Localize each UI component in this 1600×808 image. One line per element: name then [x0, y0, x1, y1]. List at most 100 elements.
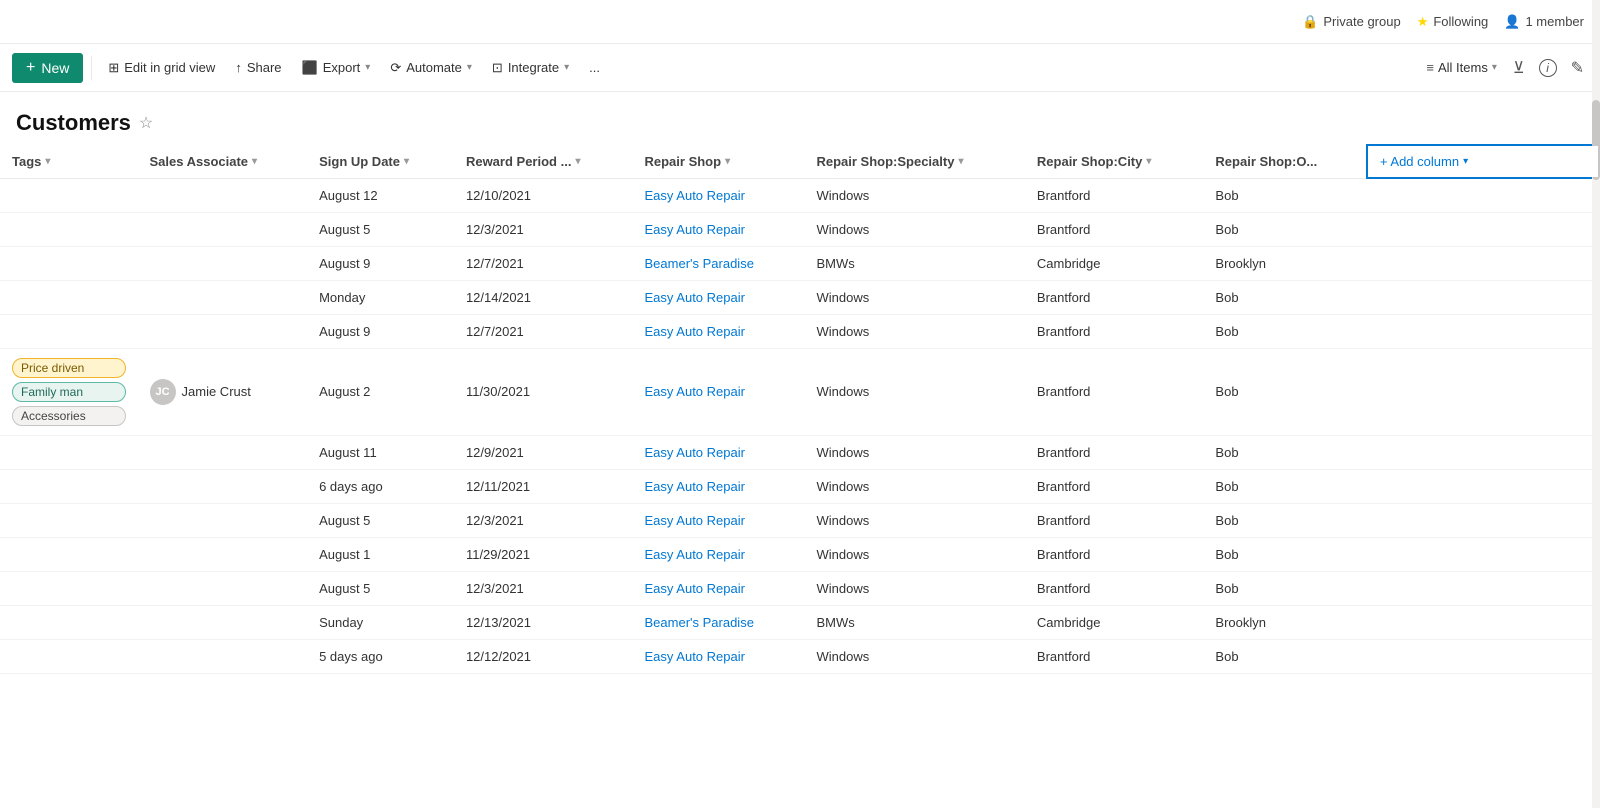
col-tags[interactable]: Tags ▾: [0, 145, 138, 178]
cell-repair-shop[interactable]: Easy Auto Repair: [633, 571, 805, 605]
cell-reward-period: 12/3/2021: [454, 212, 633, 246]
cell-repair-shop[interactable]: Easy Auto Repair: [633, 212, 805, 246]
chevron-down-icon3: ▾: [564, 62, 569, 73]
repair-shop-link[interactable]: Easy Auto Repair: [645, 513, 745, 528]
chevron-city-icon: ▾: [1146, 156, 1151, 167]
following-item[interactable]: ★ Following: [1417, 14, 1489, 30]
cell-sign-up-date: August 5: [307, 503, 454, 537]
top-bar: 🔒 Private group ★ Following 👤 1 member: [0, 0, 1600, 44]
repair-shop-link[interactable]: Easy Auto Repair: [645, 324, 745, 339]
share-button[interactable]: ↑ Share: [227, 55, 289, 80]
cell-repair-o: Brooklyn: [1203, 605, 1367, 639]
cell-sales-associate: [138, 639, 308, 673]
cell-repair-shop[interactable]: Beamer's Paradise: [633, 605, 805, 639]
cell-repair-shop[interactable]: Easy Auto Repair: [633, 435, 805, 469]
repair-shop-link[interactable]: Easy Auto Repair: [645, 547, 745, 562]
col-repair-city[interactable]: Repair Shop:City ▾: [1025, 145, 1204, 178]
cell-repair-shop[interactable]: Easy Auto Repair: [633, 503, 805, 537]
cell-tags: [0, 280, 138, 314]
cell-repair-city: Brantford: [1025, 280, 1204, 314]
table-container[interactable]: Tags ▾ Sales Associate ▾ Sign Up Date ▾: [0, 144, 1600, 674]
export-button[interactable]: ⬛ Export ▾: [294, 55, 379, 81]
repair-shop-link[interactable]: Easy Auto Repair: [645, 290, 745, 305]
list-icon: ≡: [1426, 60, 1434, 75]
automate-button[interactable]: ⟳ Automate ▾: [382, 55, 480, 81]
col-repair-o[interactable]: Repair Shop:O...: [1203, 145, 1367, 178]
repair-shop-link[interactable]: Beamer's Paradise: [645, 615, 754, 630]
cell-sales-associate: [138, 435, 308, 469]
table-row: August 912/7/2021Easy Auto RepairWindows…: [0, 314, 1599, 348]
cell-repair-city: Brantford: [1025, 314, 1204, 348]
all-items-label: All Items: [1438, 60, 1488, 75]
cell-sign-up-date: August 5: [307, 212, 454, 246]
repair-shop-link[interactable]: Beamer's Paradise: [645, 256, 754, 271]
repair-shop-link[interactable]: Easy Auto Repair: [645, 188, 745, 203]
col-sign-up-date[interactable]: Sign Up Date ▾: [307, 145, 454, 178]
cell-add-column: [1367, 605, 1599, 639]
col-repair-shop[interactable]: Repair Shop ▾: [633, 145, 805, 178]
cell-sign-up-date: 6 days ago: [307, 469, 454, 503]
repair-shop-link[interactable]: Easy Auto Repair: [645, 581, 745, 596]
cell-repair-specialty: Windows: [804, 503, 1024, 537]
cell-sign-up-date: August 5: [307, 571, 454, 605]
repair-shop-link[interactable]: Easy Auto Repair: [645, 384, 745, 399]
pencil-icon: ✎: [1571, 60, 1584, 77]
col-reward-period[interactable]: Reward Period ... ▾: [454, 145, 633, 178]
cell-repair-specialty: Windows: [804, 348, 1024, 435]
cell-repair-shop[interactable]: Easy Auto Repair: [633, 537, 805, 571]
more-button[interactable]: ...: [581, 55, 608, 80]
excel-icon: ⬛: [302, 60, 318, 76]
repair-shop-link[interactable]: Easy Auto Repair: [645, 649, 745, 664]
cell-repair-shop[interactable]: Easy Auto Repair: [633, 639, 805, 673]
cell-sign-up-date: August 12: [307, 178, 454, 212]
repair-shop-link[interactable]: Easy Auto Repair: [645, 445, 745, 460]
following-label: Following: [1433, 14, 1488, 29]
cell-repair-specialty: Windows: [804, 435, 1024, 469]
cell-repair-shop[interactable]: Easy Auto Repair: [633, 469, 805, 503]
filter-button[interactable]: ⊻: [1509, 54, 1529, 82]
cell-sign-up-date: August 2: [307, 348, 454, 435]
right-scrollbar[interactable]: [1592, 0, 1600, 808]
cell-repair-shop[interactable]: Beamer's Paradise: [633, 246, 805, 280]
add-column-button[interactable]: + Add column ▾: [1380, 154, 1468, 169]
chevron-down-icon2: ▾: [467, 62, 472, 73]
cell-repair-shop[interactable]: Easy Auto Repair: [633, 314, 805, 348]
cell-repair-o: Bob: [1203, 212, 1367, 246]
cell-sales-associate: [138, 178, 308, 212]
col-add-column[interactable]: + Add column ▾: [1367, 145, 1599, 178]
cell-repair-shop[interactable]: Easy Auto Repair: [633, 178, 805, 212]
info-button[interactable]: i: [1535, 55, 1561, 81]
favorite-star-icon[interactable]: ☆: [139, 113, 153, 133]
cell-repair-city: Brantford: [1025, 469, 1204, 503]
edit-button[interactable]: ✎: [1567, 54, 1588, 82]
cell-tags: [0, 469, 138, 503]
integrate-button[interactable]: ⊡ Integrate ▾: [484, 55, 577, 81]
col-sales-label: Sales Associate: [150, 154, 249, 169]
table-row: August 912/7/2021Beamer's ParadiseBMWsCa…: [0, 246, 1599, 280]
cell-tags: [0, 605, 138, 639]
repair-shop-link[interactable]: Easy Auto Repair: [645, 222, 745, 237]
new-label: New: [41, 60, 69, 76]
cell-reward-period: 12/10/2021: [454, 178, 633, 212]
cell-tags: [0, 314, 138, 348]
cell-tags: [0, 639, 138, 673]
info-icon: i: [1539, 59, 1557, 77]
new-button[interactable]: + New: [12, 53, 83, 83]
cell-repair-shop[interactable]: Easy Auto Repair: [633, 348, 805, 435]
all-items-button[interactable]: ≡ All Items ▾: [1420, 56, 1502, 79]
col-sales-associate[interactable]: Sales Associate ▾: [138, 145, 308, 178]
cell-repair-specialty: Windows: [804, 571, 1024, 605]
cell-tags: [0, 178, 138, 212]
cell-tags: [0, 503, 138, 537]
table-row: August 512/3/2021Easy Auto RepairWindows…: [0, 571, 1599, 605]
edit-grid-button[interactable]: ⊞ Edit in grid view: [100, 55, 223, 81]
cell-repair-shop[interactable]: Easy Auto Repair: [633, 280, 805, 314]
cell-sign-up-date: August 9: [307, 314, 454, 348]
chevron-tags-icon: ▾: [45, 156, 50, 167]
col-repair-specialty[interactable]: Repair Shop:Specialty ▾: [804, 145, 1024, 178]
cell-repair-o: Bob: [1203, 435, 1367, 469]
repair-shop-link[interactable]: Easy Auto Repair: [645, 479, 745, 494]
page-header: Customers ☆: [0, 92, 1600, 144]
cell-sign-up-date: August 1: [307, 537, 454, 571]
cell-repair-city: Brantford: [1025, 212, 1204, 246]
